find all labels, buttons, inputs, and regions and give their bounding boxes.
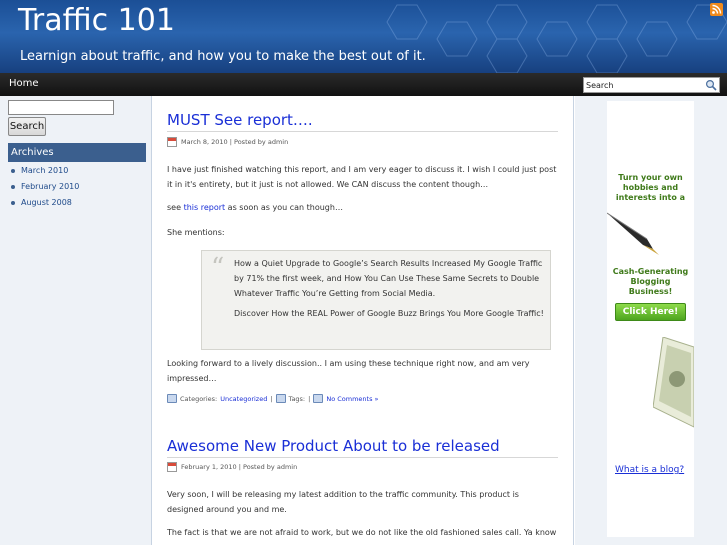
category-link[interactable]: Uncategorized <box>220 395 267 403</box>
ad-subheadline: Cash-Generating Blogging Business! <box>612 267 689 296</box>
archive-link[interactable]: February 2010 <box>8 182 79 198</box>
post-footer: Categories: Uncategorized | Tags: | No C… <box>167 394 379 403</box>
ad-headline: Turn your own hobbies and interests into… <box>615 173 686 202</box>
archive-link[interactable]: March 2010 <box>8 166 79 182</box>
sidebar-search-input[interactable] <box>8 100 114 115</box>
post-meta: February 1, 2010 | Posted by admin <box>167 462 297 472</box>
comments-link[interactable]: No Comments » <box>326 395 378 403</box>
calendar-icon <box>167 137 177 147</box>
fountain-pen-icon <box>607 212 659 255</box>
quote-mark-icon: “ <box>211 253 225 283</box>
post-meta: March 8, 2010 | Posted by admin <box>167 137 288 147</box>
sidebar-search-button[interactable]: Search <box>8 117 46 136</box>
site-description: Learnign about traffic, and how you to m… <box>20 49 426 64</box>
calendar-icon <box>167 462 177 472</box>
blog-ad-banner[interactable]: Turn your own hobbies and interests into… <box>607 101 694 537</box>
post-paragraph: She mentions: <box>167 228 225 237</box>
site-title[interactable]: Traffic 101 <box>18 3 175 38</box>
separator: | <box>270 394 273 403</box>
quote-text: How a Quiet Upgrade to Google’s Search R… <box>234 259 543 298</box>
post-divider <box>167 131 558 132</box>
tag-icon <box>275 394 286 403</box>
search-icon[interactable] <box>705 79 717 91</box>
post-paragraph: The fact is that we are not afraid to wo… <box>167 528 557 537</box>
post-date-author: March 8, 2010 | Posted by admin <box>181 138 289 146</box>
rss-icon[interactable] <box>710 3 723 16</box>
right-sidebar: Turn your own hobbies and interests into… <box>575 96 727 545</box>
tags-label: Tags: <box>288 394 306 403</box>
site-header: Traffic 101 Learnign about traffic, and … <box>0 0 727 73</box>
post-paragraph: see this report as soon as you can thoug… <box>167 200 558 215</box>
post-title[interactable]: MUST See report…. <box>167 111 313 129</box>
money-icon <box>653 337 694 428</box>
archives-list: March 2010 February 2010 August 2008 <box>8 166 79 214</box>
post-paragraph: I have just finished watching this repor… <box>167 165 557 189</box>
nav-home-link[interactable]: Home <box>9 78 39 89</box>
quote-text: Discover How the REAL Power of Google Bu… <box>234 309 544 318</box>
post-paragraph: Very soon, I will be releasing my latest… <box>167 490 519 514</box>
left-sidebar: Search Archives March 2010 February 2010… <box>0 96 152 545</box>
header-search-input[interactable] <box>586 79 698 91</box>
paragraph-text: see <box>167 203 184 212</box>
categories-label: Categories: <box>180 394 218 403</box>
paragraph-text: as soon as you can though… <box>225 203 343 212</box>
archive-link[interactable]: August 2008 <box>8 198 79 214</box>
header-search-box <box>583 77 720 93</box>
archives-heading: Archives <box>8 143 146 162</box>
post-paragraph: Looking forward to a lively discussion..… <box>167 359 530 383</box>
post-divider <box>167 457 558 458</box>
blockquote: “ How a Quiet Upgrade to Google’s Search… <box>201 250 551 350</box>
post-date-author: February 1, 2010 | Posted by admin <box>181 463 298 471</box>
report-link[interactable]: this report <box>184 203 226 212</box>
separator: | <box>308 394 311 403</box>
main-content: MUST See report…. March 8, 2010 | Posted… <box>153 96 574 545</box>
comment-icon <box>313 394 324 403</box>
post-title[interactable]: Awesome New Product About to be released <box>167 437 500 455</box>
folder-icon <box>167 394 177 403</box>
click-here-button[interactable]: Click Here! <box>615 303 686 321</box>
what-is-a-blog-link[interactable]: What is a blog? <box>615 465 684 475</box>
